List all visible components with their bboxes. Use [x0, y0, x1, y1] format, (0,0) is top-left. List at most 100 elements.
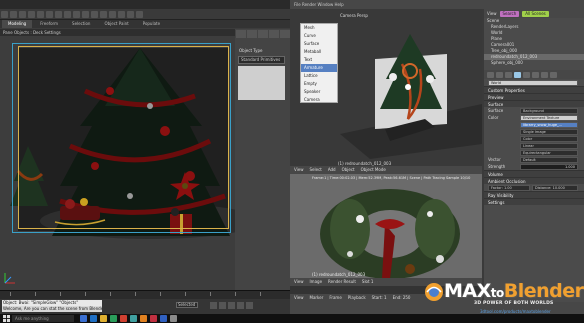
file-explorer-icon[interactable]: [100, 315, 107, 322]
panel-volume[interactable]: Volume: [484, 170, 584, 177]
mode-selector[interactable]: Object Mode: [361, 166, 386, 174]
mirror-icon[interactable]: [82, 11, 89, 18]
layers-props-icon[interactable]: [496, 71, 503, 78]
maxscript-prompt-line[interactable]: Welcome, Are you can stat the scene from…: [2, 306, 102, 312]
outliner-view-menu[interactable]: View: [487, 10, 497, 18]
render-setup-icon[interactable]: [127, 11, 134, 18]
menu-item-surface[interactable]: Surface: [301, 40, 337, 48]
render-result-view[interactable]: Frame:1 | Time:00:02.03 | Mem:52.39M, Pe…: [290, 174, 482, 285]
redo-icon[interactable]: [10, 11, 17, 18]
frame-menu[interactable]: Frame: [329, 294, 341, 302]
task-view-icon[interactable]: [80, 315, 87, 322]
strength-field[interactable]: 1.000: [520, 163, 578, 170]
3dsmax-taskbar-icon[interactable]: [130, 315, 137, 322]
end-frame-field[interactable]: End: 250: [393, 294, 411, 302]
panel-ray-visibility[interactable]: Ray Visibility: [484, 191, 584, 198]
view-menu[interactable]: View: [294, 166, 304, 174]
render-result-selector[interactable]: Render Result: [328, 278, 356, 286]
move-icon[interactable]: [46, 11, 53, 18]
playback-menu[interactable]: Playback: [348, 294, 366, 302]
tab-freeform[interactable]: Freeform: [34, 20, 64, 28]
menu-item-lattice[interactable]: Lattice: [301, 72, 337, 80]
create-tab-icon[interactable]: [236, 30, 246, 38]
panel-settings[interactable]: Settings: [484, 198, 584, 205]
snap-icon[interactable]: [73, 11, 80, 18]
menu-item-text[interactable]: Text: [301, 56, 337, 64]
menu-item-speaker[interactable]: Speaker: [301, 88, 337, 96]
object-menu[interactable]: Object: [342, 166, 355, 174]
rotate-icon[interactable]: [55, 11, 62, 18]
modifier-props-icon[interactable]: [541, 71, 548, 78]
hierarchy-tab-icon[interactable]: [258, 30, 268, 38]
scene-props-icon[interactable]: [505, 71, 512, 78]
material-editor-icon[interactable]: [118, 11, 125, 18]
windows-start-icon[interactable]: [3, 315, 10, 322]
info-header[interactable]: File Render Window Help: [290, 0, 584, 9]
selection-set-field[interactable]: Selected: [176, 302, 198, 308]
display-tab-icon[interactable]: [280, 30, 290, 38]
ao-factor-field[interactable]: Factor: 1.00: [488, 184, 530, 191]
menu-item-empty[interactable]: Empty: [301, 80, 337, 88]
render-icon[interactable]: [136, 11, 143, 18]
panel-surface[interactable]: Surface: [484, 100, 584, 107]
align-icon[interactable]: [91, 11, 98, 18]
image-view-menu[interactable]: View: [294, 278, 304, 286]
play-icon[interactable]: [228, 302, 235, 309]
tab-object-paint[interactable]: Object Paint: [98, 20, 134, 28]
panel-ambient-occlusion[interactable]: Ambient Occlusion: [484, 177, 584, 184]
tab-selection[interactable]: Selection: [66, 20, 96, 28]
app-taskbar-icon[interactable]: [170, 315, 177, 322]
max-camera-viewport[interactable]: [0, 36, 235, 290]
motion-tab-icon[interactable]: [269, 30, 279, 38]
interpolation-field[interactable]: Linear: [520, 142, 578, 149]
vector-field[interactable]: Default: [520, 156, 578, 163]
outliner-search[interactable]: Search: [499, 10, 520, 17]
world-datablock-field[interactable]: World: [488, 79, 578, 86]
render-props-icon[interactable]: [487, 71, 494, 78]
go-end-icon[interactable]: [246, 302, 253, 309]
outliner-display-mode[interactable]: All Scenes: [522, 10, 549, 17]
app-taskbar-icon[interactable]: [160, 315, 167, 322]
link-icon[interactable]: [19, 11, 26, 18]
go-start-icon[interactable]: [210, 302, 217, 309]
menu-item-armature[interactable]: Armature: [301, 64, 337, 72]
blender-3d-viewport[interactable]: Camera Persp (1) redroundatch_012_003 Me…: [290, 9, 482, 166]
select-icon[interactable]: [37, 11, 44, 18]
colorspace-field[interactable]: Color: [520, 135, 578, 142]
color-input-field[interactable]: Environment Texture: [520, 114, 578, 121]
slot-selector[interactable]: Slot 1: [362, 278, 373, 286]
image-source-field[interactable]: Single Image: [520, 128, 578, 135]
next-frame-icon[interactable]: [237, 302, 244, 309]
scale-icon[interactable]: [64, 11, 71, 18]
tab-populate[interactable]: Populate: [137, 20, 166, 28]
mail-icon[interactable]: [120, 315, 127, 322]
add-menu[interactable]: Add: [328, 166, 336, 174]
menu-item-mesh[interactable]: Mesh: [301, 24, 337, 32]
panel-preview[interactable]: Preview: [484, 93, 584, 100]
blender-taskbar-icon[interactable]: [140, 315, 147, 322]
prev-frame-icon[interactable]: [219, 302, 226, 309]
layer-icon[interactable]: [100, 11, 107, 18]
undo-icon[interactable]: [1, 11, 8, 18]
menu-item-metaball[interactable]: Metaball: [301, 48, 337, 56]
menu-item-camera[interactable]: Camera: [301, 96, 337, 104]
timeline-view-menu[interactable]: View: [294, 294, 304, 302]
constraints-props-icon[interactable]: [532, 71, 539, 78]
time-slider[interactable]: [0, 290, 290, 299]
taskbar-search-input[interactable]: Ask me anything: [12, 315, 74, 322]
edge-browser-icon[interactable]: [90, 315, 97, 322]
select-menu[interactable]: Select: [310, 166, 322, 174]
material-props-icon[interactable]: [550, 71, 557, 78]
primitive-type-dropdown[interactable]: Standard Primitives: [238, 56, 285, 64]
tab-modeling[interactable]: Modeling: [2, 20, 33, 28]
modify-tab-icon[interactable]: [247, 30, 257, 38]
image-menu[interactable]: Image: [310, 278, 323, 286]
store-icon[interactable]: [110, 315, 117, 322]
curve-editor-icon[interactable]: [109, 11, 116, 18]
projection-field[interactable]: Equirectangular: [520, 149, 578, 156]
marker-menu[interactable]: Marker: [310, 294, 324, 302]
ao-distance-field[interactable]: Distance: 10.000: [532, 184, 578, 191]
unlink-icon[interactable]: [28, 11, 35, 18]
app-taskbar-icon[interactable]: [150, 315, 157, 322]
start-frame-field[interactable]: Start: 1: [372, 294, 387, 302]
